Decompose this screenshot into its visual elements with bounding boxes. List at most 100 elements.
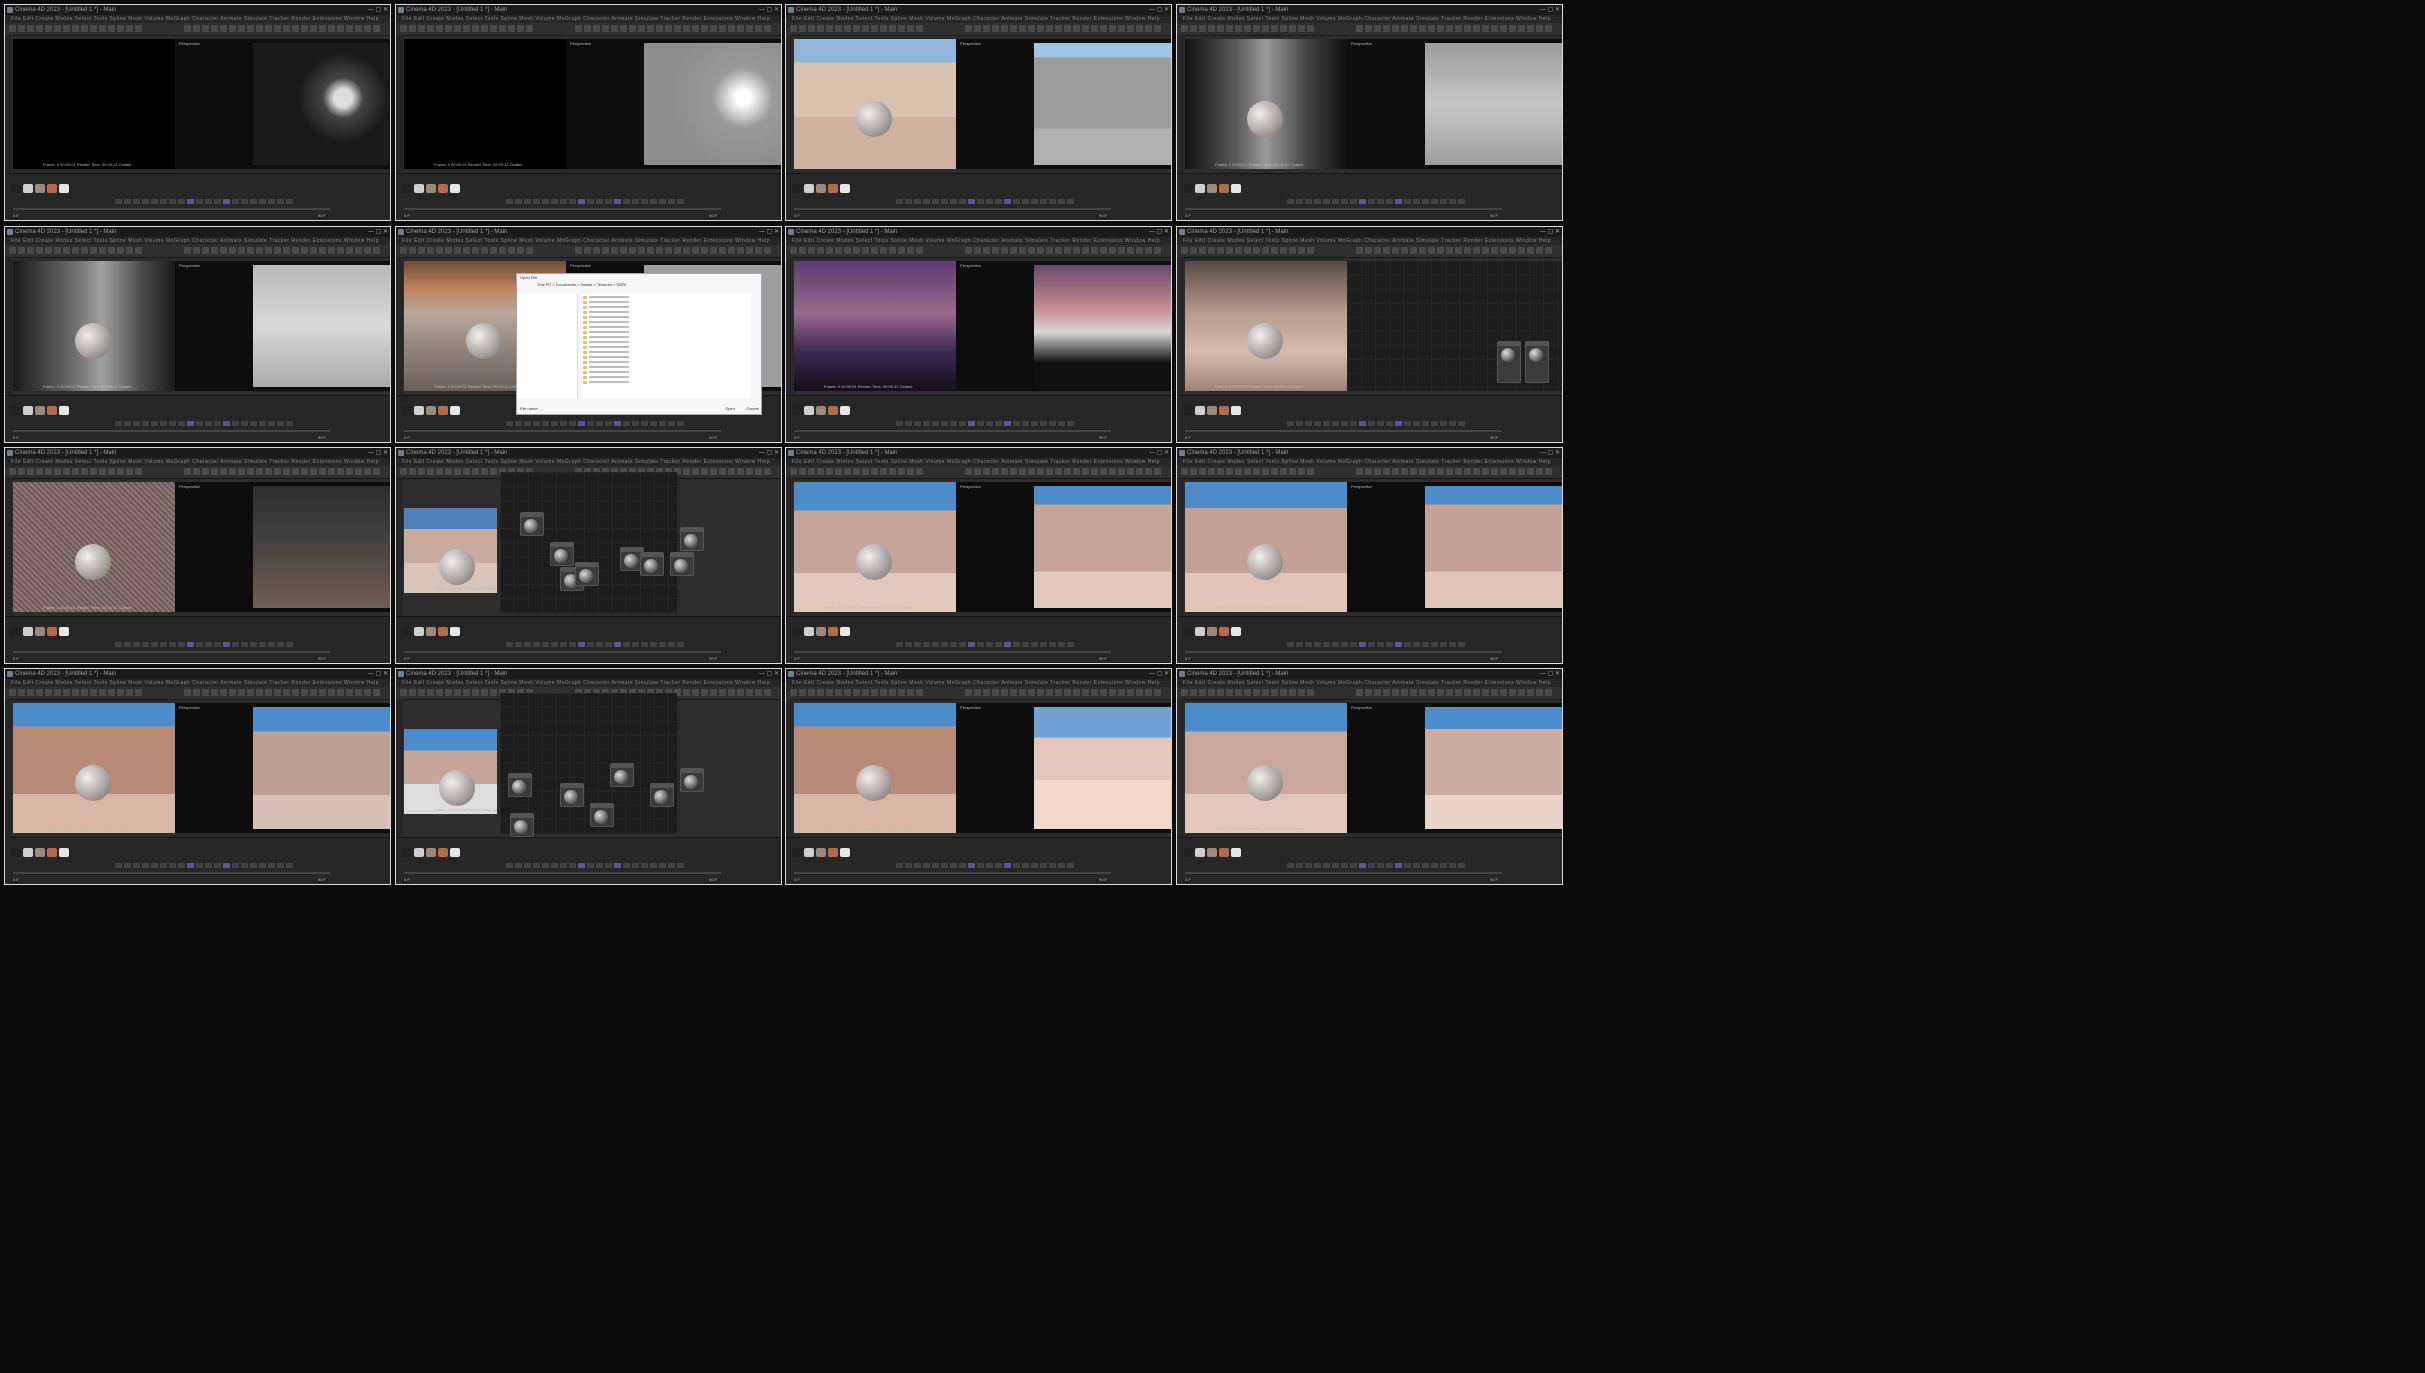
toolbar-button[interactable] (701, 25, 708, 32)
playback-control[interactable] (659, 863, 666, 868)
toolbar-button[interactable] (481, 689, 488, 696)
toolbar-button[interactable] (1271, 247, 1278, 254)
playback-control[interactable] (605, 421, 612, 426)
toolbar-button[interactable] (1455, 247, 1462, 254)
playback-control[interactable] (142, 863, 149, 868)
toolbar-button[interactable] (1383, 689, 1390, 696)
toolbar-button[interactable] (490, 468, 497, 475)
toolbar-button[interactable] (229, 468, 236, 475)
toolbar-button[interactable] (728, 25, 735, 32)
playback-control[interactable] (124, 863, 131, 868)
material-thumbnail[interactable] (792, 848, 802, 857)
toolbar-button[interactable] (1244, 247, 1251, 254)
toolbar-button[interactable] (1410, 25, 1417, 32)
toolbar-button[interactable] (1473, 689, 1480, 696)
toolbar-button[interactable] (1001, 25, 1008, 32)
toolbar-button[interactable] (18, 247, 25, 254)
material-thumbnail[interactable] (1231, 184, 1241, 193)
playback-control[interactable] (614, 863, 621, 868)
playback-control[interactable] (286, 642, 293, 647)
toolbar-button[interactable] (1082, 689, 1089, 696)
material-thumbnail[interactable] (414, 406, 424, 415)
open-button[interactable]: Open (725, 406, 735, 411)
toolbar-button[interactable] (409, 689, 416, 696)
toolbar-button[interactable] (9, 689, 16, 696)
toolbar-button[interactable] (400, 25, 407, 32)
playback-control[interactable] (551, 642, 558, 647)
toolbar-button[interactable] (27, 247, 34, 254)
toolbar-button[interactable] (1473, 247, 1480, 254)
shader-node[interactable] (1497, 341, 1521, 383)
playback-control[interactable] (178, 421, 185, 426)
toolbar-button[interactable] (1046, 247, 1053, 254)
toolbar-button[interactable] (1037, 25, 1044, 32)
toolbar-button[interactable] (665, 247, 672, 254)
playback-control[interactable] (968, 863, 975, 868)
toolbar-button[interactable] (310, 247, 317, 254)
playback-control[interactable] (1049, 642, 1056, 647)
toolbar-button[interactable] (1064, 25, 1071, 32)
dialog-path[interactable]: This PC > Documents > Assets > Textures … (537, 282, 626, 287)
toolbar-button[interactable] (463, 689, 470, 696)
material-thumbnail[interactable] (828, 184, 838, 193)
toolbar-button[interactable] (117, 689, 124, 696)
playback-control[interactable] (205, 199, 212, 204)
menu-bar[interactable]: File Edit Create Modes Select Tools Spli… (5, 15, 390, 23)
menu-bar[interactable]: File Edit Create Modes Select Tools Spli… (396, 237, 781, 245)
playback-control[interactable] (1004, 421, 1011, 426)
shader-node[interactable] (680, 768, 704, 792)
toolbar-button[interactable] (265, 247, 272, 254)
toolbar-button[interactable] (1491, 247, 1498, 254)
toolbar-button[interactable] (1518, 468, 1525, 475)
toolbar-button[interactable] (1190, 468, 1197, 475)
playback-control[interactable] (241, 642, 248, 647)
playback-control[interactable] (977, 421, 984, 426)
playback-control[interactable] (650, 863, 657, 868)
toolbar-button[interactable] (45, 247, 52, 254)
toolbar-button[interactable] (1509, 247, 1516, 254)
toolbar-button[interactable] (1464, 247, 1471, 254)
toolbar-button[interactable] (1518, 25, 1525, 32)
toolbar-button[interactable] (1437, 689, 1444, 696)
toolbar-button[interactable] (211, 468, 218, 475)
playback-control[interactable] (259, 642, 266, 647)
toolbar-button[interactable] (1307, 25, 1314, 32)
window-controls[interactable]: — ▢ ✕ (1540, 449, 1560, 457)
material-thumbnail[interactable] (426, 627, 436, 636)
playback-control[interactable] (250, 863, 257, 868)
toolbar-button[interactable] (1464, 25, 1471, 32)
toolbar-button[interactable] (916, 689, 923, 696)
playback-control[interactable] (286, 199, 293, 204)
toolbar-button[interactable] (1127, 247, 1134, 254)
toolbar-button[interactable] (844, 689, 851, 696)
toolbar-button[interactable] (355, 468, 362, 475)
toolbar-button[interactable] (490, 247, 497, 254)
editor-viewport[interactable]: Perspective (175, 703, 390, 833)
material-thumbnail[interactable] (438, 627, 448, 636)
playback-control[interactable] (286, 863, 293, 868)
material-thumbnail[interactable] (402, 627, 412, 636)
menu-items[interactable]: File Edit Create Modes Select Tools Spli… (1183, 459, 1551, 465)
toolbar-button[interactable] (1019, 25, 1026, 32)
playback-control[interactable] (551, 199, 558, 204)
playback-control[interactable] (1377, 199, 1384, 204)
playback-control[interactable] (1049, 421, 1056, 426)
toolbar-button[interactable] (1307, 468, 1314, 475)
shader-node[interactable] (680, 527, 704, 551)
toolbar-button[interactable] (1536, 247, 1543, 254)
toolbar-button[interactable] (1428, 25, 1435, 32)
toolbar-button[interactable] (974, 25, 981, 32)
toolbar-button[interactable] (436, 25, 443, 32)
playback-control[interactable] (1058, 863, 1065, 868)
toolbar-button[interactable] (862, 25, 869, 32)
toolbar-button[interactable] (1208, 247, 1215, 254)
toolbar-button[interactable] (764, 25, 771, 32)
toolbar-button[interactable] (808, 247, 815, 254)
render-viewport[interactable]: Frame: 0 00:00:01 Render Time: 00:00:12 … (13, 703, 175, 833)
toolbar-button[interactable] (898, 468, 905, 475)
shader-node[interactable] (640, 552, 664, 576)
time-ruler[interactable] (794, 208, 1111, 210)
toolbar-button[interactable] (90, 468, 97, 475)
toolbar-button[interactable] (853, 689, 860, 696)
material-thumbnail[interactable] (414, 184, 424, 193)
